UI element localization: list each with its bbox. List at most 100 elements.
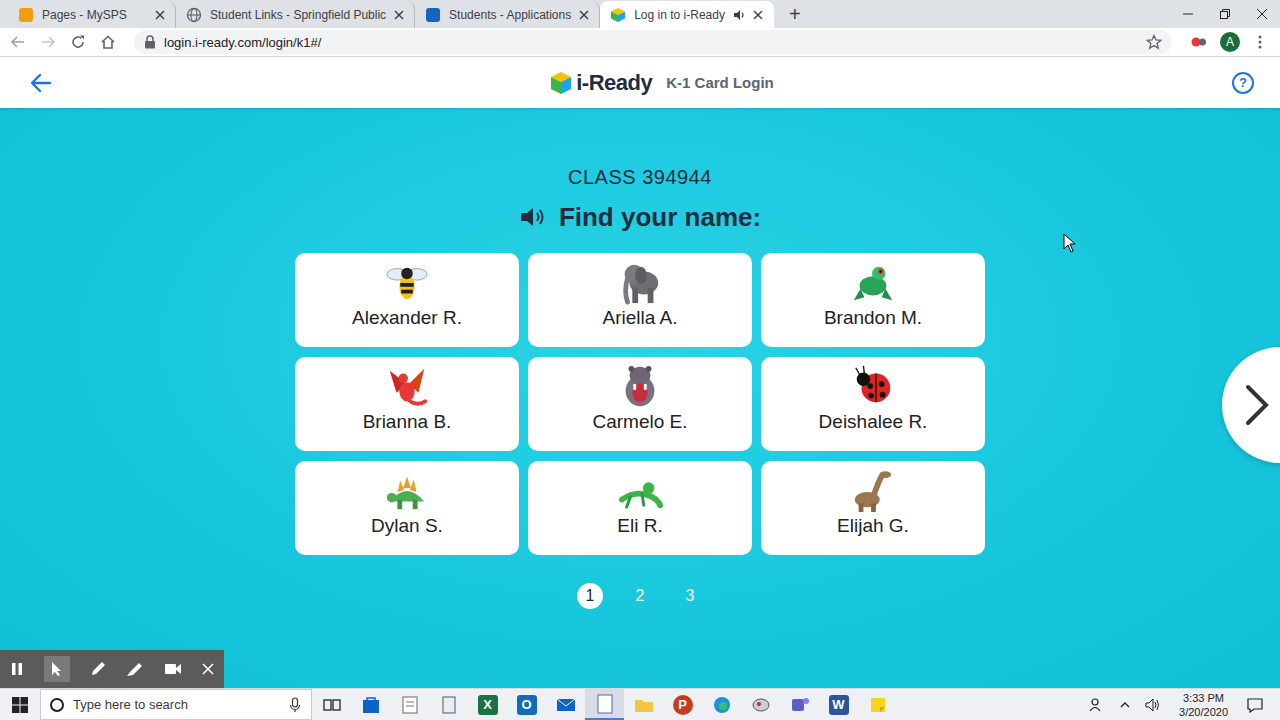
taskbar-apps: Type here to search XO P W bbox=[0, 689, 897, 720]
student-name[interactable]: Ariella A. bbox=[603, 307, 678, 329]
student-card[interactable]: Brianna B. bbox=[295, 357, 519, 451]
pen-icon[interactable] bbox=[90, 661, 106, 677]
page-button[interactable]: 3 bbox=[677, 583, 703, 609]
mail-app[interactable] bbox=[546, 689, 585, 720]
lock-icon[interactable] bbox=[144, 35, 156, 49]
office-app[interactable]: X bbox=[468, 689, 507, 720]
tab-audio-icon[interactable] bbox=[733, 9, 745, 21]
window-controls bbox=[1169, 0, 1280, 28]
lizard-icon bbox=[614, 467, 666, 513]
new-tab-button[interactable]: + bbox=[780, 1, 810, 28]
close-recording-icon[interactable] bbox=[202, 663, 214, 675]
browser-toolbar: login.i-ready.com/login/k1#/ A bbox=[0, 28, 1280, 57]
logo-text: i-Ready bbox=[576, 70, 652, 96]
desktop-screen: Pages - MySPSStudent Links - Springfield… bbox=[0, 0, 1280, 720]
page-button[interactable]: 1 bbox=[577, 583, 603, 609]
taskbar-search[interactable]: Type here to search bbox=[40, 689, 312, 720]
tab-close-icon[interactable] bbox=[753, 10, 763, 20]
notepad-app[interactable] bbox=[429, 689, 468, 720]
edge-app[interactable] bbox=[702, 689, 741, 720]
office-app[interactable]: O bbox=[507, 689, 546, 720]
reload-icon[interactable] bbox=[70, 34, 86, 50]
people-icon[interactable] bbox=[1089, 697, 1105, 713]
frog-icon bbox=[847, 259, 899, 305]
pointer-tool[interactable] bbox=[44, 656, 70, 682]
student-card[interactable]: Brandon M. bbox=[761, 253, 985, 347]
folder-icon bbox=[634, 696, 654, 714]
address-bar[interactable]: login.i-ready.com/login/k1#/ bbox=[134, 30, 1172, 54]
task-view-button[interactable] bbox=[312, 689, 351, 720]
student-card[interactable]: Carmelo E. bbox=[528, 357, 752, 451]
student-name[interactable]: Alexander R. bbox=[352, 307, 462, 329]
browser-tab[interactable]: Pages - MySPS bbox=[8, 1, 176, 28]
forward-arrow-icon[interactable] bbox=[40, 34, 56, 50]
back-arrow-icon[interactable] bbox=[10, 34, 26, 50]
mysps-favicon-icon bbox=[18, 7, 34, 23]
browser-tab[interactable]: Student Links - Springfield Public bbox=[176, 1, 415, 28]
minimize-button[interactable] bbox=[1169, 0, 1206, 28]
student-grid: Alexander R. Ariella A. Brandon M. Brianna … bbox=[295, 253, 985, 555]
profile-avatar[interactable]: A bbox=[1220, 32, 1240, 52]
back-arrow-icon[interactable] bbox=[30, 72, 52, 94]
page-title: K-1 Card Login bbox=[666, 74, 774, 91]
office-app[interactable]: P bbox=[663, 689, 702, 720]
brachiosaurus-icon bbox=[847, 467, 899, 513]
home-icon[interactable] bbox=[100, 34, 116, 50]
student-name[interactable]: Dylan S. bbox=[371, 515, 443, 537]
clock[interactable]: 3:33 PM3/20/2020 bbox=[1175, 691, 1232, 719]
student-name[interactable]: Elijah G. bbox=[837, 515, 909, 537]
tab-close-icon[interactable] bbox=[394, 10, 404, 20]
extension-icon[interactable] bbox=[1190, 34, 1208, 50]
store-app[interactable] bbox=[351, 689, 390, 720]
highlighter-icon[interactable] bbox=[126, 661, 144, 677]
bookmark-star-icon[interactable] bbox=[1146, 34, 1162, 50]
document-app[interactable] bbox=[390, 689, 429, 720]
word-icon: W bbox=[829, 695, 849, 715]
class-label: CLASS 394944 bbox=[568, 163, 712, 191]
tab-close-icon[interactable] bbox=[579, 10, 589, 20]
microphone-icon[interactable] bbox=[289, 697, 301, 713]
active-document-app[interactable] bbox=[585, 689, 624, 720]
start-button[interactable] bbox=[0, 697, 40, 713]
teams-app[interactable] bbox=[780, 689, 819, 720]
snipping-app[interactable] bbox=[741, 689, 780, 720]
elephant-icon bbox=[614, 259, 666, 305]
iready-cube-icon bbox=[550, 71, 572, 95]
student-card[interactable]: Ariella A. bbox=[528, 253, 752, 347]
student-name[interactable]: Brandon M. bbox=[824, 307, 922, 329]
camera-icon[interactable] bbox=[164, 662, 182, 676]
student-name[interactable]: Brianna B. bbox=[363, 411, 452, 433]
student-card[interactable]: Dylan S. bbox=[295, 461, 519, 555]
blank-page-icon bbox=[596, 694, 614, 714]
close-icon bbox=[1257, 9, 1267, 19]
help-button[interactable]: ? bbox=[1232, 72, 1254, 94]
next-page-button[interactable] bbox=[1222, 347, 1280, 463]
speaker-icon[interactable] bbox=[519, 206, 547, 228]
notification-icon[interactable] bbox=[1246, 697, 1264, 713]
student-card[interactable]: Elijah G. bbox=[761, 461, 985, 555]
tab-close-icon[interactable] bbox=[155, 10, 165, 20]
student-name[interactable]: Eli R. bbox=[617, 515, 662, 537]
office-app[interactable]: W bbox=[819, 689, 858, 720]
student-card[interactable]: Deishalee R. bbox=[761, 357, 985, 451]
page-button[interactable]: 2 bbox=[627, 583, 653, 609]
edge-icon bbox=[712, 695, 732, 715]
student-card[interactable]: Eli R. bbox=[528, 461, 752, 555]
pause-icon[interactable] bbox=[10, 662, 24, 676]
chevron-up-icon[interactable] bbox=[1119, 699, 1131, 711]
student-card[interactable]: Alexander R. bbox=[295, 253, 519, 347]
url-text[interactable]: login.i-ready.com/login/k1#/ bbox=[164, 35, 321, 50]
snipping-tool-icon bbox=[751, 695, 771, 715]
student-name[interactable]: Carmelo E. bbox=[592, 411, 687, 433]
menu-dots-icon[interactable] bbox=[1252, 34, 1268, 50]
close-button[interactable] bbox=[1243, 0, 1280, 28]
iready-favicon-icon bbox=[610, 7, 626, 23]
sticky-notes-app[interactable] bbox=[858, 689, 897, 720]
browser-tab[interactable]: Log in to i-Ready bbox=[600, 1, 774, 28]
restore-button[interactable] bbox=[1206, 0, 1243, 28]
volume-icon[interactable] bbox=[1145, 697, 1161, 713]
browser-tab[interactable]: Students - Applications bbox=[415, 1, 600, 28]
student-name[interactable]: Deishalee R. bbox=[819, 411, 928, 433]
teams-icon bbox=[790, 695, 810, 715]
file-explorer-app[interactable] bbox=[624, 689, 663, 720]
